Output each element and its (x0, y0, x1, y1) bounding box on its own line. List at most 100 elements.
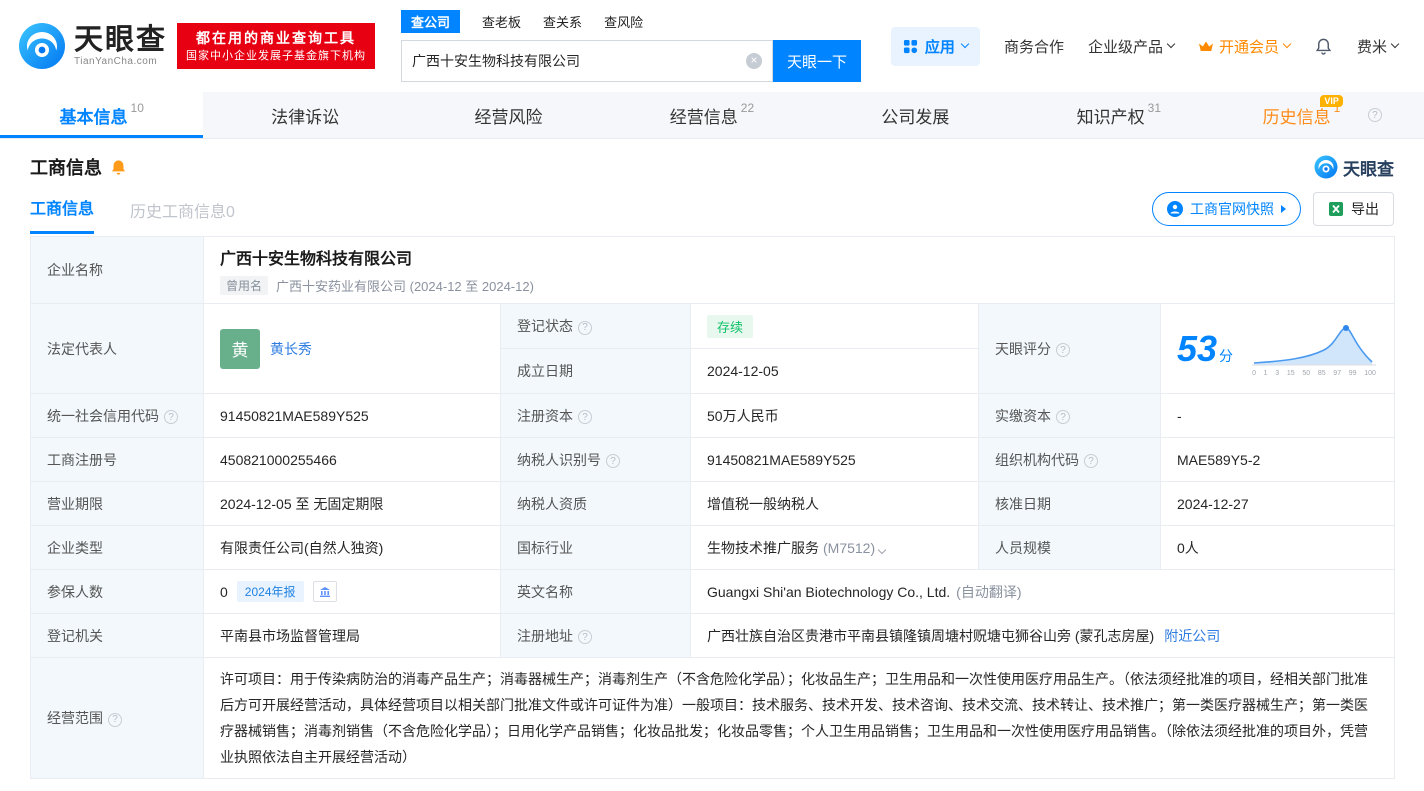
slogan-line2: 国家中小企业发展子基金旗下机构 (186, 50, 367, 62)
tianyancha-logo-icon (19, 23, 65, 69)
apps-menu-label: 应用 (924, 38, 955, 56)
subtab-history-business-info[interactable]: 历史工商信息0 (130, 198, 235, 234)
help-icon[interactable] (578, 630, 592, 644)
table-row: 企业类型 有限责任公司(自然人独资) 国标行业 生物技术推广服务 (M7512) … (30, 525, 1396, 570)
export-label: 导出 (1351, 201, 1379, 217)
section-header: 工商信息 天眼查 (0, 139, 1424, 184)
former-name-row: 曾用名 广西十安药业有限公司 (2024-12 至 2024-12) (220, 276, 1378, 295)
score-distribution-chart: 0 1 3 15 50 85 97 99 100 (1250, 321, 1378, 377)
tab-basic-info[interactable]: 基本信息 10 (0, 92, 204, 138)
business-cooperation-label: 商务合作 (1003, 38, 1064, 56)
field-value-reg-address: 广西壮族自治区贵港市平南县镇隆镇周塘村贶塘屯狮谷山旁 (蒙孔志房屋) 附近公司 (689, 613, 1396, 658)
tab-operating-info[interactable]: 经营信息 22 (610, 92, 813, 138)
logo-title: 天眼查 (74, 24, 168, 56)
vip-upgrade-menu[interactable]: 开通会员 (1198, 36, 1292, 57)
person-badge-icon (1167, 201, 1183, 217)
user-menu[interactable]: 费米 (1357, 36, 1400, 57)
tab-history-info[interactable]: 历史信息 1 VIP (1221, 92, 1424, 138)
search-button[interactable]: 天眼一下 (773, 40, 862, 82)
company-name: 广西十安生物科技有限公司 (220, 251, 413, 268)
search-tab-company[interactable]: 查公司 (401, 10, 461, 33)
tab-count: 10 (130, 101, 144, 115)
field-value-english-name: Guangxi Shi'an Biotechnology Co., Ltd. (自… (689, 569, 1396, 614)
search-tab-relation[interactable]: 查关系 (543, 12, 582, 31)
field-value-reg-authority: 平南县市场监督管理局 (203, 613, 501, 658)
help-icon[interactable] (108, 712, 122, 727)
field-value-company-name: 广西十安生物科技有限公司 曾用名 广西十安药业有限公司 (2024-12 至 2… (202, 236, 1396, 304)
slogan-badge: 都在用的商业查询工具 国家中小企业发展子基金旗下机构 (177, 23, 376, 69)
enterprise-products-menu[interactable]: 企业级产品 (1088, 36, 1176, 57)
help-icon[interactable] (1056, 343, 1070, 357)
institution-icon[interactable] (312, 581, 337, 602)
search-tab-risk[interactable]: 查风险 (604, 12, 643, 31)
field-label-staff-size: 人员规模 (978, 525, 1161, 570)
brand-watermark: 天眼查 (1314, 155, 1394, 180)
clear-icon[interactable]: × (746, 53, 763, 69)
tab-label: 经营风险 (474, 107, 543, 127)
tab-operating-risk[interactable]: 经营风险 (407, 92, 610, 138)
subscribe-bell-button[interactable] (110, 159, 127, 176)
table-row: 企业名称 广西十安生物科技有限公司 曾用名 广西十安药业有限公司 (2024-1… (30, 236, 1396, 304)
tab-legal-proceedings[interactable]: 法律诉讼 (203, 92, 406, 138)
help-icon[interactable] (578, 410, 592, 424)
field-value-reg-number: 450821000255466 (203, 437, 501, 482)
former-name: 广西十安药业有限公司 (2024-12 至 2024-12) (276, 279, 534, 294)
chevron-down-icon (1282, 39, 1292, 49)
table-row: 登记机关 平南县市场监督管理局 注册地址 广西壮族自治区贵港市平南县镇隆镇周塘村… (30, 613, 1396, 658)
field-label-industry: 国标行业 (500, 525, 691, 570)
chevron-down-icon[interactable] (877, 545, 887, 554)
table-row: 工商注册号 450821000255466 纳税人识别号 91450821MAE… (30, 437, 1396, 482)
field-label-business-scope: 经营范围 (30, 657, 204, 779)
table-row: 营业期限 2024-12-05 至 无固定期限 纳税人资质 增值税一般纳税人 核… (30, 481, 1396, 526)
notifications-button[interactable] (1314, 37, 1333, 56)
field-label-business-term: 营业期限 (30, 481, 204, 526)
annual-report-badge[interactable]: 2024年报 (236, 581, 304, 602)
search-tab-boss[interactable]: 查老板 (482, 12, 521, 31)
field-value-staff-size: 0人 (1159, 525, 1396, 570)
help-icon[interactable] (1084, 454, 1098, 468)
help-icon[interactable] (606, 454, 620, 468)
legal-rep-link[interactable]: 黄长秀 (270, 339, 312, 359)
tab-label: 经营信息 (669, 107, 738, 127)
tab-count: 22 (740, 101, 755, 115)
crown-icon (1198, 41, 1213, 51)
insured-count: 0 2024年报 (220, 581, 484, 602)
avatar[interactable]: 黄 (220, 328, 260, 369)
field-label-approval-date: 核准日期 (978, 481, 1161, 526)
bell-icon (111, 159, 126, 175)
tab-count: 31 (1147, 101, 1161, 115)
help-icon[interactable] (578, 320, 592, 335)
score-block: 53 分 0 1 3 15 50 85 97 99 100 (1177, 321, 1378, 377)
tab-label: 公司发展 (881, 107, 950, 127)
field-value-score: 53 分 0 1 3 15 50 85 97 99 100 (1159, 303, 1396, 394)
field-label-org-code: 组织机构代码 (978, 437, 1161, 482)
apps-menu[interactable]: 应用 (890, 26, 980, 66)
help-icon[interactable] (1056, 410, 1070, 424)
arrow-right-icon (1281, 205, 1286, 213)
field-label-company-name: 企业名称 (30, 236, 204, 304)
tab-label: 法律诉讼 (271, 107, 340, 127)
subtab-business-info[interactable]: 工商信息 (30, 195, 95, 234)
search-input[interactable] (412, 53, 747, 69)
official-snapshot-button[interactable]: 工商官网快照 (1152, 192, 1301, 226)
tab-company-development[interactable]: 公司发展 (814, 92, 1017, 138)
score-unit: 分 (1219, 347, 1234, 364)
help-icon[interactable] (164, 410, 178, 424)
table-row: 参保人数 0 2024年报 英文名称 Guangxi Shi'an Biotec… (30, 569, 1396, 614)
nearby-companies-link[interactable]: 附近公司 (1164, 628, 1220, 644)
excel-icon (1329, 202, 1343, 216)
field-value-org-code: MAE589Y5-2 (1159, 437, 1396, 482)
field-value-industry: 生物技术推广服务 (M7512) (690, 525, 979, 570)
vip-upgrade-label: 开通会员 (1218, 38, 1279, 56)
logo-text: 天眼查 TianYanCha.com (74, 24, 168, 68)
field-label-company-type: 企业类型 (30, 525, 204, 570)
logo-subtitle: TianYanCha.com (74, 56, 158, 67)
business-cooperation-link[interactable]: 商务合作 (1004, 36, 1064, 57)
help-icon[interactable] (1367, 108, 1382, 122)
field-label-legal-rep: 法定代表人 (30, 303, 204, 394)
export-button[interactable]: 导出 (1313, 192, 1394, 226)
field-label-taxpayer-id: 纳税人识别号 (500, 437, 691, 482)
tab-intellectual-property[interactable]: 知识产权 31 (1017, 92, 1220, 138)
search-tabs: 查公司 查老板 查关系 查风险 (401, 10, 861, 33)
tianyancha-logo[interactable]: 天眼查 TianYanCha.com (18, 22, 167, 70)
